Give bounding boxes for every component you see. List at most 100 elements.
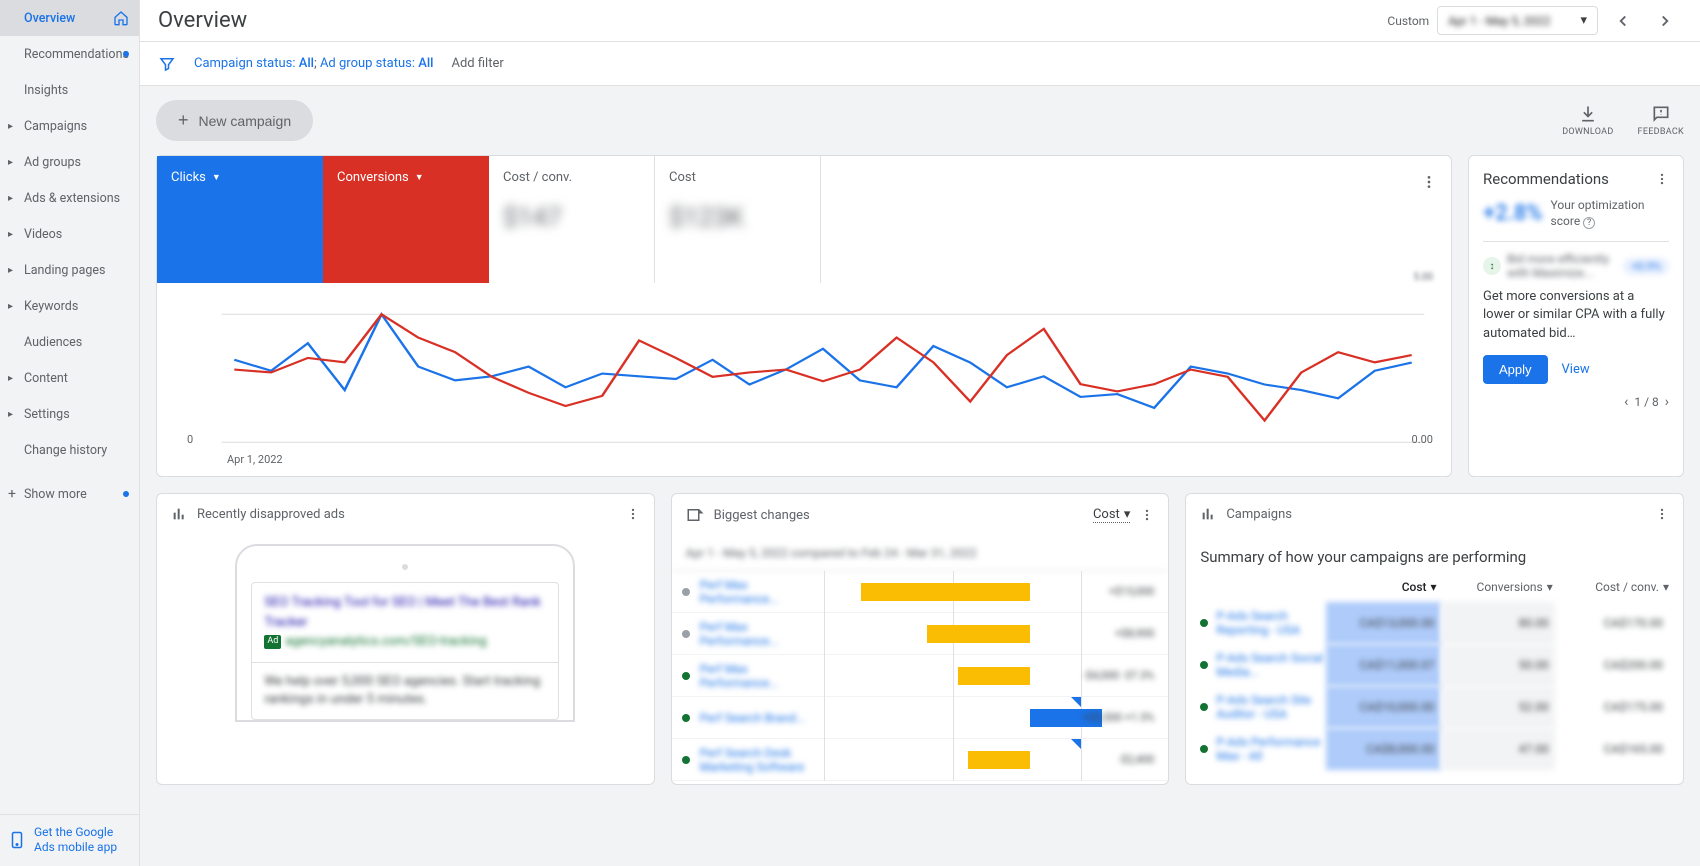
pager-text: 1 / 8 — [1634, 395, 1658, 409]
nav-settings[interactable]: ▸ Settings — [0, 396, 139, 432]
panel-title: Campaigns — [1226, 507, 1292, 522]
recommendations-card: Recommendations +2.8% Your optimization … — [1468, 155, 1684, 477]
nav-keywords[interactable]: ▸ Keywords — [0, 288, 139, 324]
bid-icon: ↕ — [1483, 257, 1501, 275]
panel-menu-button[interactable] — [1140, 508, 1154, 522]
change-row[interactable]: Perf Max Performance...-$4,000 -37.3% — [672, 655, 1169, 697]
mobile-icon — [8, 831, 26, 849]
overflow-indicator-icon — [1071, 697, 1081, 707]
status-dot-icon — [682, 672, 690, 680]
metric-tab-cost[interactable]: Cost $123K — [655, 156, 821, 283]
cell-cost: CA$11,000.07 — [1326, 644, 1440, 686]
line-chart — [171, 293, 1437, 453]
metric-value: $147 — [503, 203, 640, 233]
help-icon[interactable]: ? — [1583, 217, 1595, 229]
bar-chart-icon — [171, 506, 187, 522]
metric-tab-conversions[interactable]: Conversions▼ — [323, 156, 489, 283]
nav-landing-pages[interactable]: ▸ Landing pages — [0, 252, 139, 288]
campaign-row[interactable]: P-Ads Search Social Media...CA$11,000.07… — [1200, 644, 1669, 686]
metric-tab-clicks[interactable]: Clicks▼ — [157, 156, 323, 283]
date-range-picker[interactable]: Apr 1 - May 5, 2022 ▾ — [1437, 6, 1598, 35]
change-row[interactable]: Perf Max Performance...+$8,900 — [672, 613, 1169, 655]
nav-audiences[interactable]: Audiences — [0, 324, 139, 360]
nav-change-history[interactable]: Change history — [0, 432, 139, 468]
next-period-button[interactable] — [1648, 4, 1682, 38]
col-conversions[interactable]: Conversions▾ — [1437, 580, 1553, 594]
nav-overview[interactable]: Overview — [0, 0, 139, 36]
change-value: -$4,000 -37.3% — [1082, 669, 1168, 682]
campaign-row[interactable]: P-Ads Search Site Auditor - USACA$10,000… — [1200, 686, 1669, 728]
pager-next-button[interactable]: › — [1665, 394, 1669, 410]
nav-videos[interactable]: ▸ Videos — [0, 216, 139, 252]
chevron-down-icon: ▾ — [1663, 580, 1669, 594]
home-icon — [113, 10, 129, 26]
card-menu-button[interactable] — [1421, 174, 1437, 190]
filter-bar: Campaign status: All; Ad group status: A… — [140, 42, 1700, 86]
rec-badge: +0.9% — [1623, 258, 1669, 275]
metric-tab-cost-conv[interactable]: Cost / conv. $147 — [489, 156, 655, 283]
nav-show-more[interactable]: + Show more — [0, 476, 139, 512]
chevron-right-icon: ▸ — [8, 157, 13, 168]
apply-button[interactable]: Apply — [1483, 355, 1548, 384]
bar-chart-icon — [1200, 506, 1216, 522]
plus-icon: + — [8, 486, 16, 502]
nav-adgroups[interactable]: ▸ Ad groups — [0, 144, 139, 180]
change-row[interactable]: Perf Search Brand...+$3,500 +1.5% — [672, 697, 1169, 739]
chevron-right-icon: ▸ — [8, 121, 13, 132]
prev-period-button[interactable] — [1606, 4, 1640, 38]
view-link[interactable]: View — [1562, 362, 1590, 377]
download-icon — [1578, 104, 1598, 124]
nav-campaigns[interactable]: ▸ Campaigns — [0, 108, 139, 144]
nav-insights[interactable]: Insights — [0, 72, 139, 108]
x-axis-label: Apr 1, 2022 — [171, 453, 1437, 466]
new-campaign-button[interactable]: + New campaign — [156, 100, 313, 141]
change-value: +$15,000 — [1082, 585, 1168, 598]
nav-ads-extensions[interactable]: ▸ Ads & extensions — [0, 180, 139, 216]
cell-cost: CA$10,000.00 — [1326, 686, 1440, 728]
filter-status[interactable]: Campaign status: All; Ad group status: A… — [194, 56, 433, 71]
cell-cost: CA$13,000.00 — [1326, 602, 1440, 644]
pager-prev-button[interactable]: ‹ — [1624, 394, 1628, 410]
change-row[interactable]: Perf Max Performance...+$15,000 — [672, 571, 1169, 613]
filter-icon[interactable] — [158, 55, 176, 73]
mobile-app-label: Get the Google Ads mobile app — [34, 825, 131, 856]
y-axis-zero: 0 — [187, 433, 193, 446]
nav-label: Ads & extensions — [24, 191, 120, 206]
add-filter-button[interactable]: Add filter — [451, 56, 503, 71]
status-dot-icon — [682, 630, 690, 638]
campaign-name: P-Ads Search Social Media... — [1216, 651, 1326, 680]
ad-url: agencyanalytics.com/SEO-tracking — [285, 632, 486, 652]
nav-content[interactable]: ▸ Content — [0, 360, 139, 396]
date-range-text: Apr 1 - May 5, 2022 — [1448, 14, 1550, 28]
download-button[interactable]: DOWNLOAD — [1562, 104, 1613, 137]
campaign-row[interactable]: P-Ads Performance Max - AllCA$8,000.0047… — [1200, 728, 1669, 770]
main: Overview Custom Apr 1 - May 5, 2022 ▾ — [140, 0, 1700, 866]
y-axis-right-bottom: 0.00 — [1412, 433, 1433, 446]
chevron-right-icon: ▸ — [8, 229, 13, 240]
panel-menu-button[interactable] — [626, 507, 640, 521]
nav-recommendations[interactable]: Recommendations — [0, 36, 139, 72]
change-bar-area — [824, 739, 1083, 781]
campaigns-table-header: Cost▾ Conversions▾ Cost / conv.▾ — [1200, 580, 1669, 602]
sort-selector[interactable]: Cost ▾ — [1093, 507, 1130, 523]
nav-label: Show more — [24, 487, 87, 502]
mobile-app-link[interactable]: Get the Google Ads mobile app — [0, 814, 139, 866]
col-cost[interactable]: Cost▾ — [1320, 580, 1436, 594]
change-row[interactable]: Perf Search Desk Marketing Software-$2,4… — [672, 739, 1169, 781]
nav-label: Ad groups — [24, 155, 81, 170]
panel-menu-button[interactable] — [1655, 507, 1669, 521]
nav-label: Content — [24, 371, 68, 386]
feedback-button[interactable]: FEEDBACK — [1638, 104, 1684, 137]
campaign-row[interactable]: P-Ads Search Reporting - USACA$13,000.00… — [1200, 602, 1669, 644]
feedback-icon — [1651, 104, 1671, 124]
campaign-name: P-Ads Search Reporting - USA — [1216, 609, 1326, 638]
change-value: -$2,400 — [1082, 753, 1168, 766]
cell-conversions: 50.00 — [1441, 644, 1555, 686]
ad-body: We help over 5,000 SEO agencies. Start t… — [252, 663, 558, 719]
button-label: New campaign — [199, 113, 292, 129]
card-menu-button[interactable] — [1655, 172, 1669, 186]
chevron-right-icon: ▸ — [8, 301, 13, 312]
col-cost-conv[interactable]: Cost / conv.▾ — [1553, 580, 1669, 594]
metrics-chart-card: Clicks▼ Conversions▼ Cost / conv. $147 C… — [156, 155, 1452, 477]
change-bar-area — [824, 571, 1083, 613]
